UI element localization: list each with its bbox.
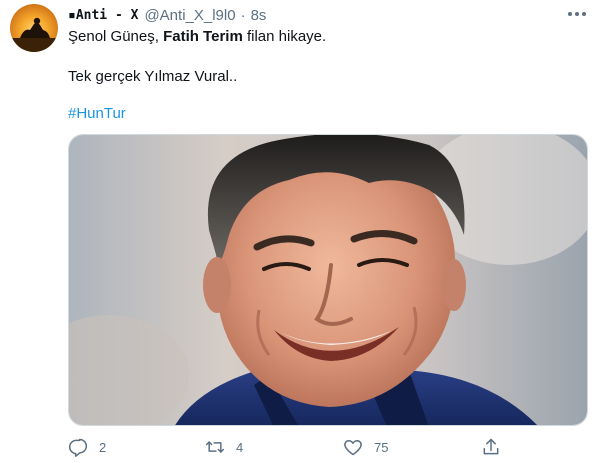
- author-avatar[interactable]: [10, 4, 58, 52]
- text-segment: Şenol Güneş,: [68, 28, 164, 45]
- heart-icon: [344, 440, 362, 456]
- header-separator: ·: [240, 6, 246, 24]
- tweet-actions: 2 4 75: [68, 437, 588, 457]
- tweet-timestamp[interactable]: 8s: [251, 7, 267, 24]
- retweet-icon: [205, 441, 225, 453]
- tweet-hashtag-line: #HunTur: [68, 104, 126, 124]
- reply-button[interactable]: 2: [68, 437, 106, 457]
- tweet-photo[interactable]: [68, 134, 588, 426]
- tweet[interactable]: ▪Anti - X @Anti_X_l9l0 · 8s Şenol Güneş,…: [0, 0, 600, 463]
- author-handle[interactable]: @Anti_X_l9l0: [144, 7, 235, 24]
- tweet-text-line-1: Şenol Güneş, Fatih Terim filan hikaye.: [68, 27, 326, 47]
- share-button[interactable]: [481, 437, 501, 457]
- text-bold-name: Fatih Terim: [163, 28, 243, 45]
- more-dots-icon: [568, 12, 586, 16]
- reply-icon: [68, 438, 88, 457]
- like-count: 75: [374, 439, 389, 455]
- like-button[interactable]: 75: [343, 437, 388, 457]
- share-icon: [483, 438, 499, 455]
- tweet-text-line-2: Tek gerçek Yılmaz Vural..: [68, 68, 238, 85]
- avatar-image: [10, 4, 58, 52]
- photo-smiling-man: [69, 135, 587, 425]
- retweet-count: 4: [236, 439, 244, 455]
- author-display-name[interactable]: ▪Anti - X: [68, 8, 138, 23]
- text-segment: filan hikaye.: [242, 28, 327, 45]
- more-options-button[interactable]: [566, 6, 588, 22]
- retweet-button[interactable]: 4: [205, 437, 243, 457]
- reply-count: 2: [99, 439, 107, 455]
- tweet-header: ▪Anti - X @Anti_X_l9l0 · 8s: [68, 5, 266, 25]
- hashtag-link[interactable]: #HunTur: [68, 105, 126, 122]
